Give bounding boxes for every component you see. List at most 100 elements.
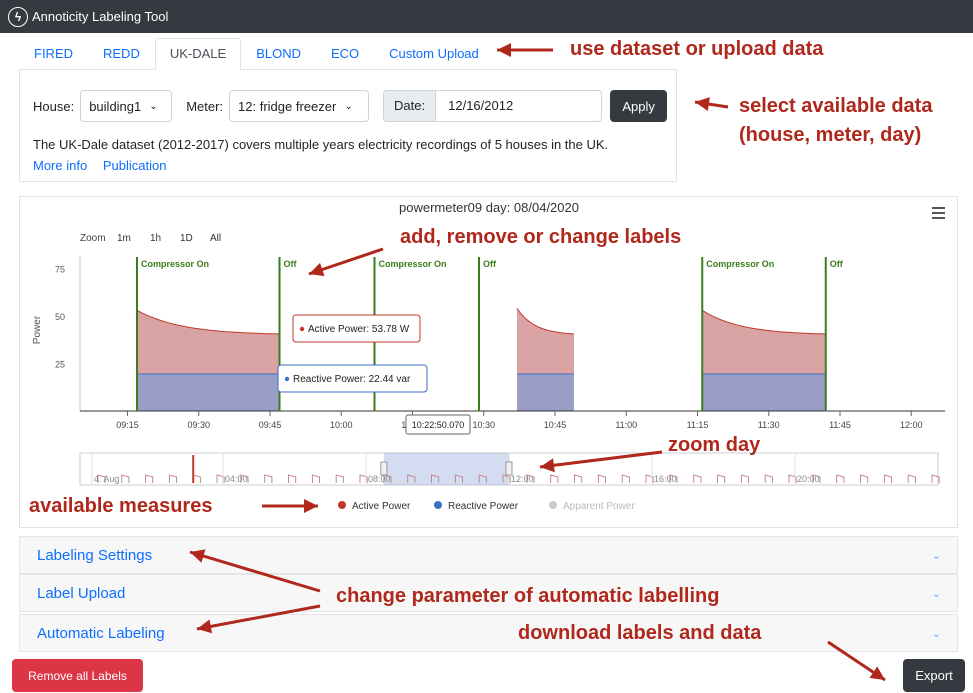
publication-link[interactable]: Publication: [103, 158, 167, 173]
meter-value: 12: fridge freezer: [238, 98, 337, 114]
x-tick-label: 11:00: [615, 420, 637, 430]
selection-form: House: building1 ⌄ Meter: 12: fridge fre…: [33, 90, 668, 122]
annotation-select-line1: select available data: [739, 95, 933, 117]
hamburger-menu-icon: [932, 217, 945, 219]
apply-button[interactable]: Apply: [610, 90, 668, 122]
navigator-tick-label: 4. Aug: [94, 474, 120, 484]
navigator-handle: [505, 461, 513, 476]
annotation-zoom: zoom day: [668, 434, 761, 456]
top-navbar: ϟ Annoticity Labeling Tool: [0, 0, 973, 33]
reactive-power-area: [702, 373, 826, 411]
accordion-label: Labeling Settings: [37, 546, 153, 564]
chevron-down-icon: ⌄: [344, 100, 353, 112]
navigator-tick-label: 20:00: [797, 474, 820, 484]
chevron-down-icon: ⌄: [931, 587, 941, 600]
zoom-option-1h: 1h: [150, 233, 161, 244]
x-tick-label: 09:30: [187, 420, 210, 430]
y-tick-label: 75: [55, 265, 65, 275]
dataset-tabs: FIRED REDD UK-DALE BLOND ECO Custom Uplo…: [19, 38, 494, 70]
tab-uk-dale[interactable]: UK-DALE: [154, 38, 242, 70]
dataset-description: The UK-Dale dataset (2012-2017) covers m…: [33, 137, 609, 152]
tab-eco[interactable]: ECO: [316, 38, 374, 70]
accordion-automatic-labeling[interactable]: Automatic Labeling ⌄: [19, 614, 958, 652]
remove-all-labels-button[interactable]: Remove all Labels: [12, 659, 143, 692]
arrow-select: [694, 97, 729, 112]
legend-marker: [549, 501, 557, 509]
date-input-group: Date: 12/16/2012: [383, 90, 603, 122]
reactive-tooltip-text: Reactive Power: 22.44 var: [293, 374, 411, 385]
hamburger-menu-icon: [932, 207, 945, 209]
active-tooltip-dot: [299, 326, 305, 332]
x-tick-label: 09:45: [259, 420, 282, 430]
navigator-tick-label: 12:00: [511, 474, 534, 484]
annotation-dataset: use dataset or upload data: [570, 38, 824, 60]
label-text: Off: [483, 259, 497, 269]
zoom-label: Zoom: [80, 233, 106, 244]
x-tick-label: 11:30: [758, 420, 780, 430]
x-tick-label: 12:00: [900, 420, 923, 430]
reactive-tooltip-dot: [284, 376, 290, 382]
dataset-panel: House: building1 ⌄ Meter: 12: fridge fre…: [19, 69, 677, 182]
label-text: Off: [830, 259, 844, 269]
house-value: building1: [89, 98, 142, 114]
zoom-option-1d: 1D: [180, 233, 193, 244]
legend-marker: [434, 501, 442, 509]
annotation-parameter: change parameter of automatic labelling: [336, 585, 720, 607]
zoom-option-all: All: [210, 233, 221, 244]
x-tick-label: 10:30: [472, 420, 495, 430]
tab-fired[interactable]: FIRED: [19, 38, 88, 70]
navigator-handle: [380, 461, 388, 476]
label-text: Compressor On: [141, 259, 209, 269]
page: ϟ Annoticity Labeling Tool FIRED REDD UK…: [0, 0, 973, 693]
meter-label: Meter:: [186, 98, 224, 114]
y-tick-label: 25: [55, 360, 65, 370]
chevron-down-icon: ⌄: [149, 100, 158, 112]
more-info-link[interactable]: More info: [33, 158, 87, 173]
tab-redd[interactable]: REDD: [88, 38, 155, 70]
legend-reactive-power: Reactive Power: [448, 501, 519, 512]
legend-active-power: Active Power: [352, 501, 411, 512]
export-button[interactable]: Export: [903, 659, 965, 692]
active-tooltip-text: Active Power: 53.78 W: [308, 324, 410, 335]
navigator-selection: [383, 453, 509, 485]
accordion-label: Label Upload: [37, 584, 126, 602]
chevron-down-icon: ⌄: [931, 627, 941, 640]
lightning-logo-icon: ϟ: [8, 6, 28, 27]
dataset-links: More info Publication: [33, 158, 178, 173]
annotation-select-line2: (house, meter, day): [739, 124, 922, 146]
x-tick-label: 10:00: [330, 420, 353, 430]
legend-marker: [338, 501, 346, 509]
label-text: Compressor On: [706, 259, 774, 269]
chevron-down-icon: ⌄: [931, 549, 941, 562]
navigator-tick-label: 04:00: [225, 474, 248, 484]
meter-select[interactable]: 12: fridge freezer ⌄: [229, 90, 370, 122]
y-axis-label: Power: [32, 315, 43, 344]
annotation-measures: available measures: [29, 495, 213, 517]
annotation-labels: add, remove or change labels: [400, 226, 682, 248]
date-input[interactable]: 12/16/2012: [436, 90, 603, 122]
annotation-download: download labels and data: [518, 622, 762, 644]
accordion-label: Automatic Labeling: [37, 624, 165, 642]
x-tick-label: 11:15: [687, 420, 709, 430]
accordion-labeling-settings[interactable]: Labeling Settings ⌄: [19, 536, 958, 574]
house-label: House:: [33, 98, 75, 114]
crosshair-time: 10:22:50.070: [412, 420, 465, 430]
chart-title: powermeter09 day: 08/04/2020: [399, 200, 579, 215]
tab-blond[interactable]: BLOND: [241, 38, 316, 70]
reactive-power-area: [137, 373, 280, 411]
x-tick-label: 10:45: [544, 420, 567, 430]
arrow-dataset: [497, 43, 553, 57]
x-tick-label: 11:45: [829, 420, 851, 430]
y-tick-label: 50: [55, 312, 65, 322]
label-text: Compressor On: [379, 259, 447, 269]
app-title: Annoticity Labeling Tool: [32, 9, 169, 24]
zoom-option-1m: 1m: [117, 233, 131, 244]
reactive-power-area: [517, 373, 574, 411]
navigator-tick-label: 16:00: [654, 474, 677, 484]
legend-apparent-power: Apparent Power: [563, 501, 635, 512]
hamburger-menu-icon: [932, 212, 945, 214]
x-tick-label: 09:15: [116, 420, 139, 430]
house-select[interactable]: building1 ⌄: [80, 90, 173, 122]
tab-custom-upload[interactable]: Custom Upload: [374, 38, 494, 70]
date-label: Date:: [383, 90, 437, 122]
